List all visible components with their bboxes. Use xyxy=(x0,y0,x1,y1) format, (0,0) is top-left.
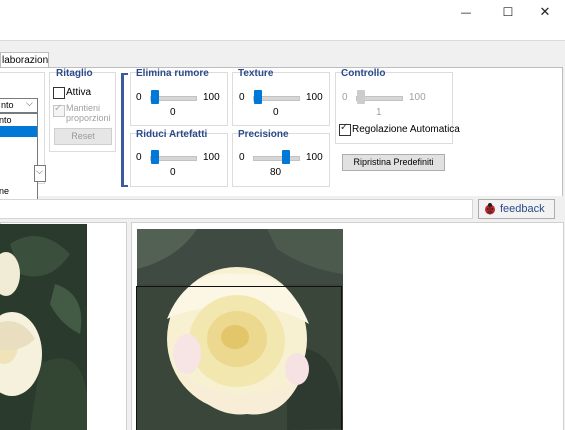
regolazione-automatica-checkbox[interactable] xyxy=(339,122,351,136)
dropdown-item[interactable]: ne xyxy=(0,186,37,197)
chevron-down-icon: ⌵ xyxy=(26,98,33,108)
tab-elaborazione[interactable]: laborazione xyxy=(0,52,49,68)
maximize-button[interactable]: ☐ xyxy=(488,0,528,24)
app-window: — ☐ ✕ laborazione nto ⌵ nto ne ⌵ Ritagli… xyxy=(0,0,565,430)
elimina-rumore-max: 100 xyxy=(203,92,220,103)
mode-combo[interactable]: nto ⌵ xyxy=(0,98,38,113)
proporzioni-label: proporzioni xyxy=(66,113,111,123)
ripristina-predefiniti-button[interactable]: Ripristina Predefiniti xyxy=(342,154,445,171)
elimina-rumore-min: 0 xyxy=(136,92,142,103)
maximize-icon: ☐ xyxy=(502,5,514,19)
dropdown-item[interactable]: nto xyxy=(0,115,37,126)
texture-thumb[interactable] xyxy=(254,90,262,104)
riduci-artefatti-max: 100 xyxy=(203,152,220,163)
attiva-checkbox[interactable] xyxy=(53,87,65,99)
riduci-artefatti-title: Riduci Artefatti xyxy=(136,129,208,140)
bracket-top xyxy=(121,73,128,75)
dropdown-item-selected[interactable] xyxy=(0,126,37,137)
attiva-label: Attiva xyxy=(66,87,92,98)
precisione-title: Precisione xyxy=(238,129,289,140)
mantieni-label: Mantieni xyxy=(66,103,101,113)
ladybug-icon xyxy=(485,203,495,215)
riduci-artefatti-thumb[interactable] xyxy=(151,150,159,164)
precisione-min: 0 xyxy=(239,152,245,163)
ritaglio-title: Ritaglio xyxy=(56,68,93,79)
bracket-bottom xyxy=(121,185,128,187)
elimina-rumore-title: Elimina rumore xyxy=(136,68,209,79)
mantieni-proporzioni-checkbox[interactable] xyxy=(53,103,65,117)
precisione-value: 80 xyxy=(270,167,282,178)
close-icon: ✕ xyxy=(539,4,551,20)
controllo-title: Controllo xyxy=(341,68,386,79)
riduci-artefatti-min: 0 xyxy=(136,152,142,163)
feedback-label: feedback xyxy=(500,203,545,215)
texture-title: Texture xyxy=(238,68,274,79)
mode-dropdown-list: nto ne xyxy=(0,113,38,201)
controllo-min: 0 xyxy=(342,92,348,103)
elimina-rumore-thumb[interactable] xyxy=(151,90,159,104)
chevron-down-icon: ⌵ xyxy=(36,166,43,176)
crop-selection-rect[interactable] xyxy=(136,286,342,430)
precisione-thumb[interactable] xyxy=(282,150,290,164)
controllo-thumb[interactable] xyxy=(357,90,365,104)
regolazione-automatica-label: Regolazione Automatica xyxy=(352,124,460,135)
close-button[interactable]: ✕ xyxy=(525,0,565,24)
title-divider xyxy=(0,40,565,41)
texture-value: 0 xyxy=(273,107,279,118)
feedback-button[interactable]: feedback xyxy=(478,199,555,219)
status-strip xyxy=(0,199,473,219)
precisione-max: 100 xyxy=(306,152,323,163)
texture-min: 0 xyxy=(239,92,245,103)
secondary-combo[interactable]: ⌵ xyxy=(34,165,46,182)
minimize-button[interactable]: — xyxy=(446,0,486,24)
riduci-artefatti-value: 0 xyxy=(170,167,176,178)
texture-max: 100 xyxy=(306,92,323,103)
original-image xyxy=(0,224,87,430)
minimize-icon: — xyxy=(460,5,472,19)
group-bracket xyxy=(121,73,124,187)
controllo-value: 1 xyxy=(376,107,382,118)
reset-button[interactable]: Reset xyxy=(54,128,112,145)
precisione-track[interactable] xyxy=(253,156,300,161)
mode-combo-value: nto xyxy=(1,100,14,110)
elimina-rumore-value: 0 xyxy=(170,107,176,118)
controllo-max: 100 xyxy=(409,92,426,103)
